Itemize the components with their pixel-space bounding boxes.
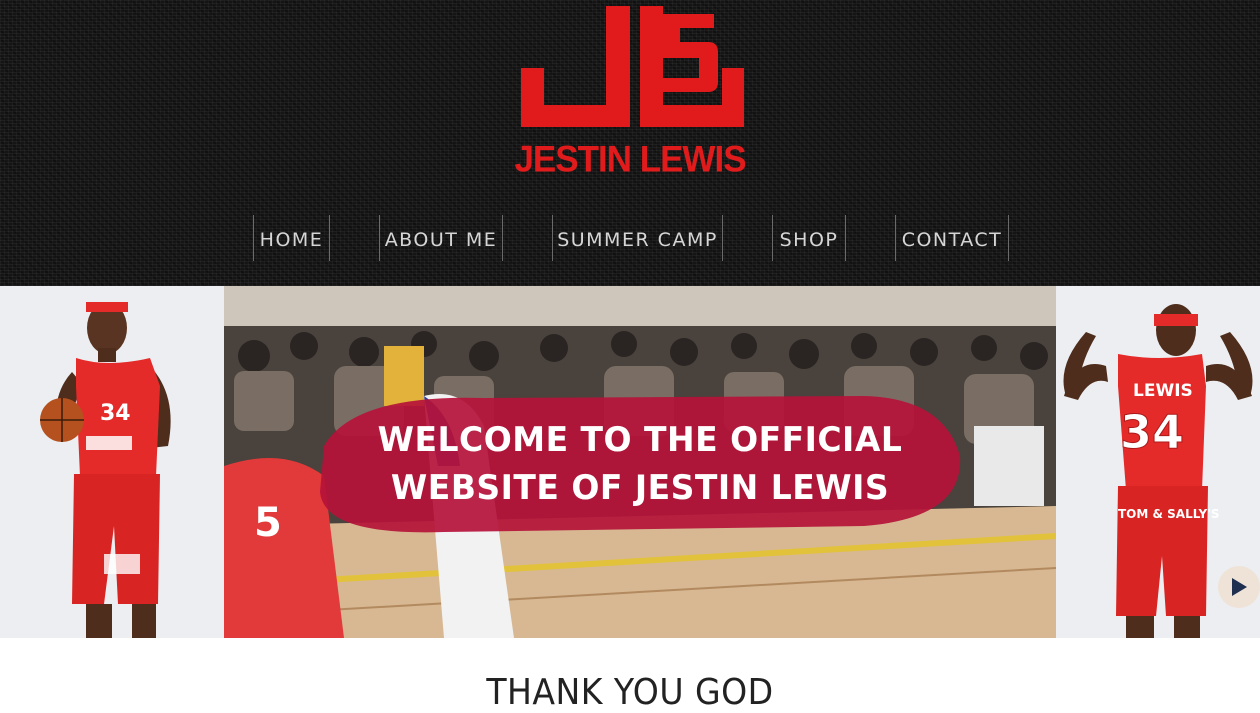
nav-summer-camp[interactable]: SUMMER CAMP (552, 215, 723, 261)
site-header: JESTIN LEWIS HOME ABOUT ME SUMMER CAMP S… (0, 0, 1260, 286)
welcome-heading: WELCOME TO THE OFFICIAL WEBSITE OF JESTI… (377, 420, 903, 508)
nav-about-me[interactable]: ABOUT ME (379, 215, 503, 261)
section-heading: THANK YOU GOD (486, 672, 774, 713)
nav-home[interactable]: HOME (253, 215, 330, 261)
brand-name[interactable]: JESTIN LEWIS (500, 139, 760, 181)
video-jersey-number: 5 (254, 500, 282, 546)
nav-contact[interactable]: CONTACT (895, 215, 1009, 261)
player-left-figure: 34 (40, 302, 171, 638)
jl5-logo-icon[interactable] (518, 4, 748, 132)
right-jersey-name: LEWIS (1133, 381, 1193, 401)
play-button[interactable] (1218, 566, 1260, 608)
left-jersey-number: 34 (100, 401, 131, 426)
right-jersey-number: 34 (1120, 405, 1184, 459)
main-nav: HOME ABOUT ME SUMMER CAMP SHOP CONTACT (0, 215, 1260, 263)
player-image-left: 34 (0, 286, 224, 638)
play-icon (1232, 578, 1247, 596)
right-shorts-sponsor: TOM & SALLY'S (1118, 507, 1220, 521)
nav-shop[interactable]: SHOP (772, 215, 846, 261)
